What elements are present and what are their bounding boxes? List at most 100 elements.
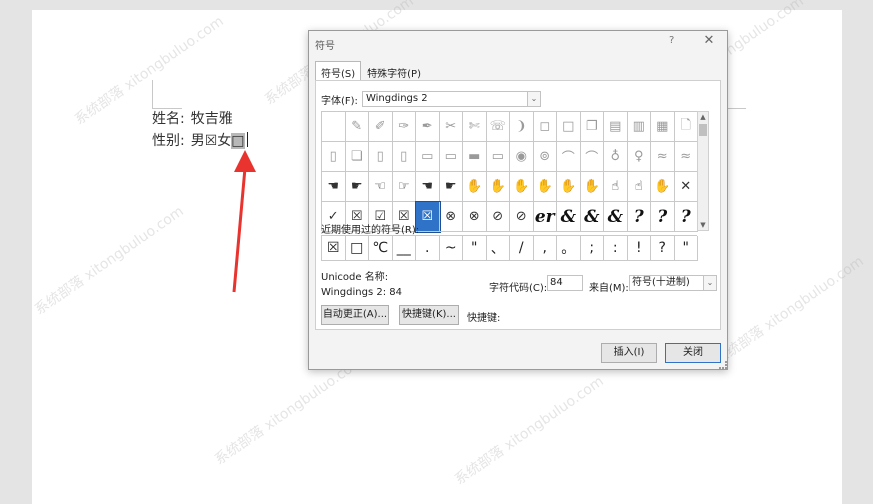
symbol-cell[interactable]: ✐ [369,112,393,142]
chevron-down-icon[interactable]: ⌄ [703,275,717,291]
symbol-cell[interactable]: ♁ [604,142,628,172]
scroll-up-icon[interactable]: ▲ [698,112,708,122]
symbol-cell[interactable]: ♀ [627,142,651,172]
symbol-cell[interactable]: ▬ [463,142,487,172]
recent-symbol-cell[interactable]: : [604,236,628,261]
symbol-cell[interactable]: ▯ [369,142,393,172]
symbol-cell[interactable]: ? [651,202,675,232]
tab-symbols[interactable]: 符号(S) [315,61,362,81]
symbol-cell[interactable]: □ [557,112,581,142]
autocorrect-button[interactable]: 自动更正(A)... [321,305,389,325]
symbol-cell[interactable]: ❐ [580,112,604,142]
scroll-down-icon[interactable]: ▼ [698,220,708,230]
symbol-grid[interactable]: ✎ ✐ ✑ ✒ ✂ ✄ ☏ ❩ ◻ □ ❐ ▤ ▥ ▦ 🗋 ▯ ❏ ▯ ▯ ▭ ▭ ▬ ▭ ◉ ⊚ ⌒ ⌒ ♁ ♀ ≈ ≈ ☚ ☛ ☜ ☞ ☚ ☛ ✋ ✋ ✋… [321,111,698,233]
symbol-cell[interactable]: ☛ [439,172,463,202]
font-select[interactable]: Wingdings 2 [361,91,540,107]
recent-symbol-cell[interactable]: ℃ [369,236,393,261]
symbol-cell[interactable]: ▤ [604,112,628,142]
gender-line[interactable]: 性别: 男☒女□ [152,130,248,150]
close-icon[interactable]: ✕ [701,33,717,48]
symbol-cell[interactable]: & [557,202,581,232]
recent-symbol-cell[interactable]: 、 [486,236,510,261]
symbol-cell[interactable]: ▯ [322,142,346,172]
symbol-cell[interactable]: ✋ [557,172,581,202]
symbol-cell[interactable]: ⊘ [486,202,510,232]
symbol-cell[interactable]: & [580,202,604,232]
symbol-cell[interactable]: ☛ [345,172,369,202]
recent-symbol-cell[interactable]: □ [345,236,369,261]
symbol-cell[interactable]: ❩ [510,112,534,142]
recent-symbol-cell[interactable]: ; [580,236,604,261]
symbol-cell[interactable]: ⌒ [557,142,581,172]
symbol-cell[interactable]: ☞ [392,172,416,202]
symbol-cell[interactable]: ▭ [439,142,463,172]
char-code-input[interactable]: 84 [547,275,583,291]
tab-special-characters[interactable]: 特殊字符(P) [361,61,427,81]
recent-symbol-cell[interactable]: __ [392,236,416,261]
symbol-cell[interactable]: ⊘ [510,202,534,232]
help-icon[interactable]: ? [669,35,674,46]
symbol-cell[interactable]: ▯ [392,142,416,172]
insert-button[interactable]: 插入(I) [601,343,657,363]
recent-symbol-cell[interactable]: " [674,236,698,261]
recent-symbol-cell[interactable]: 。 [557,236,581,261]
recent-symbol-cell[interactable]: / [510,236,534,261]
symbol-cell[interactable]: 🗋 [674,112,698,142]
symbol-cell[interactable]: ✒ [416,112,440,142]
symbol-cell[interactable]: ☒ [415,201,441,233]
name-line[interactable]: 姓名: 牧吉雅 [152,108,233,128]
from-select[interactable]: 符号(十进制) [629,275,705,291]
symbol-cell[interactable]: ⌒ [580,142,604,172]
symbol-cell[interactable]: ≈ [674,142,698,172]
symbol-cell[interactable]: ⊗ [439,202,463,232]
symbol-cell[interactable]: ✑ [392,112,416,142]
symbol-cell[interactable]: ? [674,202,698,232]
symbol-cell[interactable]: ▥ [627,112,651,142]
scroll-thumb[interactable] [699,124,707,136]
symbol-cell[interactable]: ☜ [369,172,393,202]
symbol-cell[interactable]: ✋ [580,172,604,202]
symbol-cell[interactable]: ✂ [439,112,463,142]
recent-symbol-cell[interactable]: ☒ [322,236,346,261]
symbol-cell[interactable]: ? [627,202,651,232]
symbol-cell[interactable]: ✋ [533,172,557,202]
recent-symbol-cell[interactable]: ! [627,236,651,261]
symbol-cell[interactable]: ▭ [416,142,440,172]
resize-grip[interactable] [719,361,727,369]
symbol-cell[interactable]: ✕ [674,172,698,202]
chevron-down-icon[interactable]: ⌄ [527,91,541,107]
symbol-cell[interactable]: ≈ [651,142,675,172]
symbol-cell[interactable]: ❏ [345,142,369,172]
symbol-cell[interactable]: ✄ [463,112,487,142]
symbol-grid-scrollbar[interactable]: ▲ ▼ [697,111,709,231]
symbol-cell[interactable]: ▭ [486,142,510,172]
symbol-cell[interactable]: ✎ [345,112,369,142]
symbol-dialog[interactable]: 符号 ? ✕ 符号(S) 特殊字符(P) 字体(F): Wingdings 2 … [308,30,728,370]
symbol-cell[interactable]: ✋ [463,172,487,202]
symbol-cell[interactable]: er [533,202,557,232]
symbol-cell[interactable]: ◉ [510,142,534,172]
symbol-cell[interactable]: ⊗ [463,202,487,232]
symbol-cell[interactable]: ✋ [486,172,510,202]
symbol-cell[interactable]: ☝ [627,172,651,202]
symbol-cell[interactable]: ✋ [510,172,534,202]
recent-symbol-cell[interactable]: . [416,236,440,261]
symbol-cell[interactable]: ⊚ [533,142,557,172]
shortcut-key-button[interactable]: 快捷键(K)... [399,305,459,325]
recent-symbol-cell[interactable]: ? [651,236,675,261]
recent-symbol-cell[interactable]: ~ [439,236,463,261]
symbol-cell[interactable]: ☚ [416,172,440,202]
symbol-cell[interactable] [322,112,346,142]
symbol-cell[interactable]: ▦ [651,112,675,142]
symbol-cell[interactable]: ✋ [651,172,675,202]
name-value: 牧吉雅 [190,111,233,127]
symbol-cell[interactable]: ☚ [322,172,346,202]
recent-symbol-cell[interactable]: , [533,236,557,261]
symbol-cell[interactable]: ☏ [486,112,510,142]
symbol-cell[interactable]: & [604,202,628,232]
recent-symbols-grid[interactable]: ☒ □ ℃ __. ~ "、 /,。;:!? " [321,235,698,261]
symbol-cell[interactable]: ◻ [533,112,557,142]
recent-symbol-cell[interactable]: " [463,236,487,261]
close-button[interactable]: 关闭 [665,343,721,363]
symbol-cell[interactable]: ☝ [604,172,628,202]
